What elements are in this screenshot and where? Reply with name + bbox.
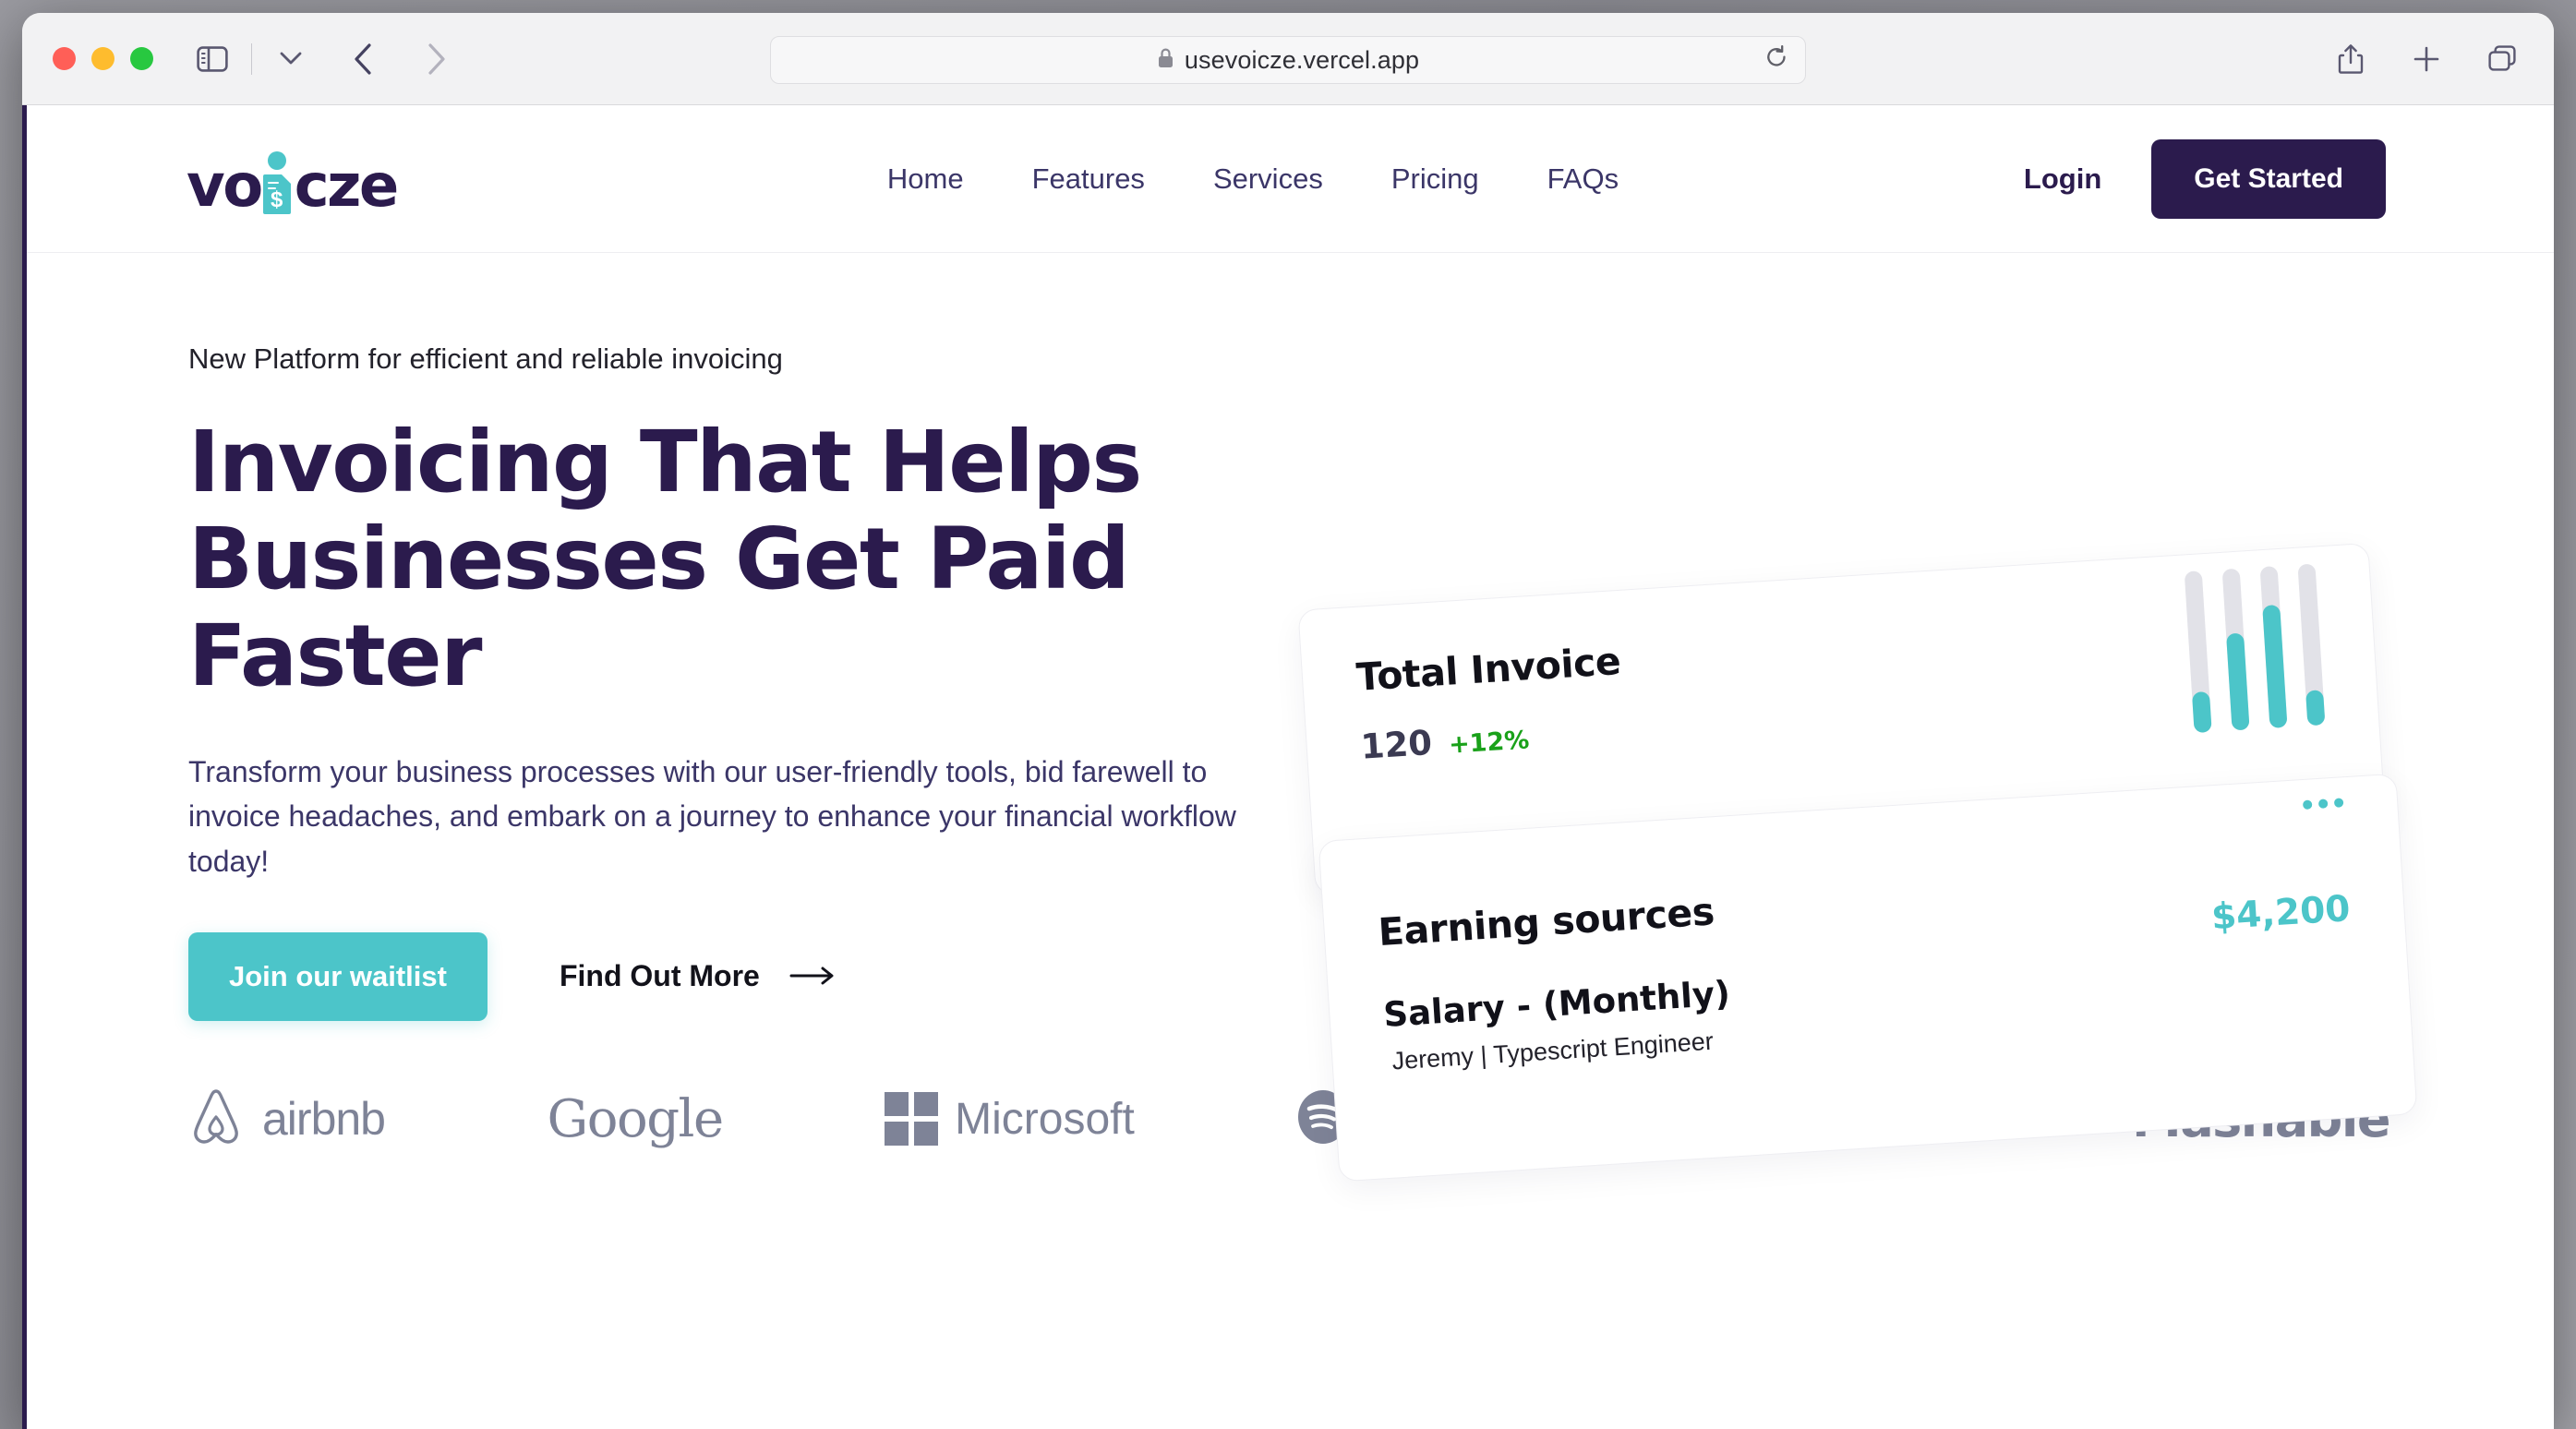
invoice-document-icon: $ [261, 150, 293, 216]
arrow-right-icon [789, 959, 836, 993]
address-bar-container: usevoicze.vercel.app [770, 36, 1806, 84]
earning-sources-title: Earning sources [1377, 889, 1716, 955]
dollar-sign-icon: $ [271, 186, 283, 212]
bar-fill [2305, 689, 2326, 727]
close-window-button[interactable] [53, 47, 76, 70]
nav-item-pricing[interactable]: Pricing [1391, 162, 1479, 196]
maximize-window-button[interactable] [130, 47, 153, 70]
join-waitlist-button[interactable]: Join our waitlist [188, 931, 488, 1021]
get-started-button[interactable]: Get Started [2151, 138, 2386, 219]
logo-text-after: cze [294, 151, 400, 221]
brand-microsoft: Microsoft [885, 1092, 1135, 1146]
menu-dot [2333, 798, 2344, 808]
nav-item-faqs[interactable]: FAQs [1547, 162, 1619, 196]
header-actions: Login Get Started [2024, 138, 2386, 219]
browser-titlebar: usevoicze.vercel.app [22, 13, 2554, 105]
titlebar-right-controls [2325, 33, 2528, 85]
brand-airbnb: airbnb [187, 1087, 386, 1152]
hero-section: New Platform for efficient and reliable … [22, 253, 2554, 1222]
ms-square [885, 1122, 909, 1146]
earning-source-item: Salary - (Monthly) Jeremy | Typescript E… [1382, 934, 2356, 1076]
site-header: vo $ cze Home Features Services Pricing … [22, 105, 2554, 253]
share-icon[interactable] [2325, 33, 2377, 85]
brand-google: Google [547, 1088, 725, 1149]
invoice-bar-chart [2184, 563, 2327, 747]
find-out-more-link[interactable]: Find Out More [560, 959, 836, 993]
bar-track [2221, 568, 2250, 731]
total-invoice-value: 120 [1359, 722, 1434, 767]
total-invoice-delta: +12% [1448, 726, 1531, 760]
back-arrow-icon[interactable] [337, 33, 389, 85]
lock-icon [1157, 47, 1174, 74]
ms-square [885, 1092, 909, 1116]
ms-square [914, 1122, 939, 1146]
hero-copy: New Platform for efficient and reliable … [188, 342, 1306, 1021]
forward-arrow-icon [411, 33, 463, 85]
earning-amount: $4,200 [2209, 888, 2352, 939]
brand-label: Microsoft [955, 1094, 1135, 1144]
logo-text-before: vo [187, 151, 263, 221]
address-bar-url: usevoicze.vercel.app [1184, 45, 1420, 74]
bar-fill [2191, 691, 2212, 734]
hero-headline: Invoicing That Helps Businesses Get Paid… [188, 413, 1142, 705]
microsoft-squares-icon [885, 1092, 939, 1146]
main-navigation: Home Features Services Pricing FAQs [887, 162, 1619, 196]
login-link[interactable]: Login [2024, 162, 2101, 196]
nav-item-features[interactable]: Features [1032, 162, 1145, 196]
plus-icon[interactable] [2401, 33, 2452, 85]
nav-item-services[interactable]: Services [1213, 162, 1323, 196]
site-logo[interactable]: vo $ cze [187, 142, 400, 221]
bar-fill [2262, 604, 2288, 728]
find-out-more-label: Find Out More [559, 959, 760, 992]
logo-doc-line [267, 181, 279, 184]
tab-overview-icon[interactable] [2476, 33, 2528, 85]
chevron-down-icon[interactable] [265, 33, 317, 85]
logo-document-shape: $ [262, 174, 291, 214]
ms-square [914, 1092, 939, 1116]
window-traffic-lights [53, 47, 153, 70]
bar-track [2297, 563, 2326, 727]
titlebar-left-controls [187, 33, 317, 85]
navigation-arrows [337, 33, 463, 85]
airbnb-icon [187, 1087, 246, 1152]
brand-label: airbnb [262, 1093, 386, 1145]
desktop-backdrop: usevoicze.vercel.app vo $ cze Home Featu… [0, 0, 2576, 1429]
logo-dot [267, 150, 286, 170]
menu-dot [2302, 799, 2313, 811]
page-left-edge [22, 105, 27, 1429]
safari-browser-window: usevoicze.vercel.app vo $ cze Home Featu… [22, 13, 2554, 1429]
minimize-window-button[interactable] [91, 47, 114, 70]
bar-fill [2226, 632, 2250, 731]
address-bar[interactable]: usevoicze.vercel.app [770, 36, 1806, 84]
brand-label: Google [547, 1088, 725, 1149]
bar-track [2259, 566, 2288, 728]
earning-sources-card: Earning sources $4,200 Salary - (Monthly… [1318, 773, 2418, 1183]
reload-icon[interactable] [1764, 44, 1788, 76]
more-options-icon[interactable] [2302, 798, 2344, 811]
hero-cta-group: Join our waitlist Find Out More [188, 931, 1306, 1021]
titlebar-divider [251, 42, 252, 75]
web-page-viewport: vo $ cze Home Features Services Pricing … [22, 105, 2554, 1429]
hero-subtext: Transform your business processes with o… [188, 754, 1236, 878]
nav-item-home[interactable]: Home [887, 162, 964, 196]
menu-dot [2317, 799, 2329, 809]
sidebar-icon[interactable] [187, 33, 238, 85]
hero-eyebrow: New Platform for efficient and reliable … [188, 342, 783, 375]
